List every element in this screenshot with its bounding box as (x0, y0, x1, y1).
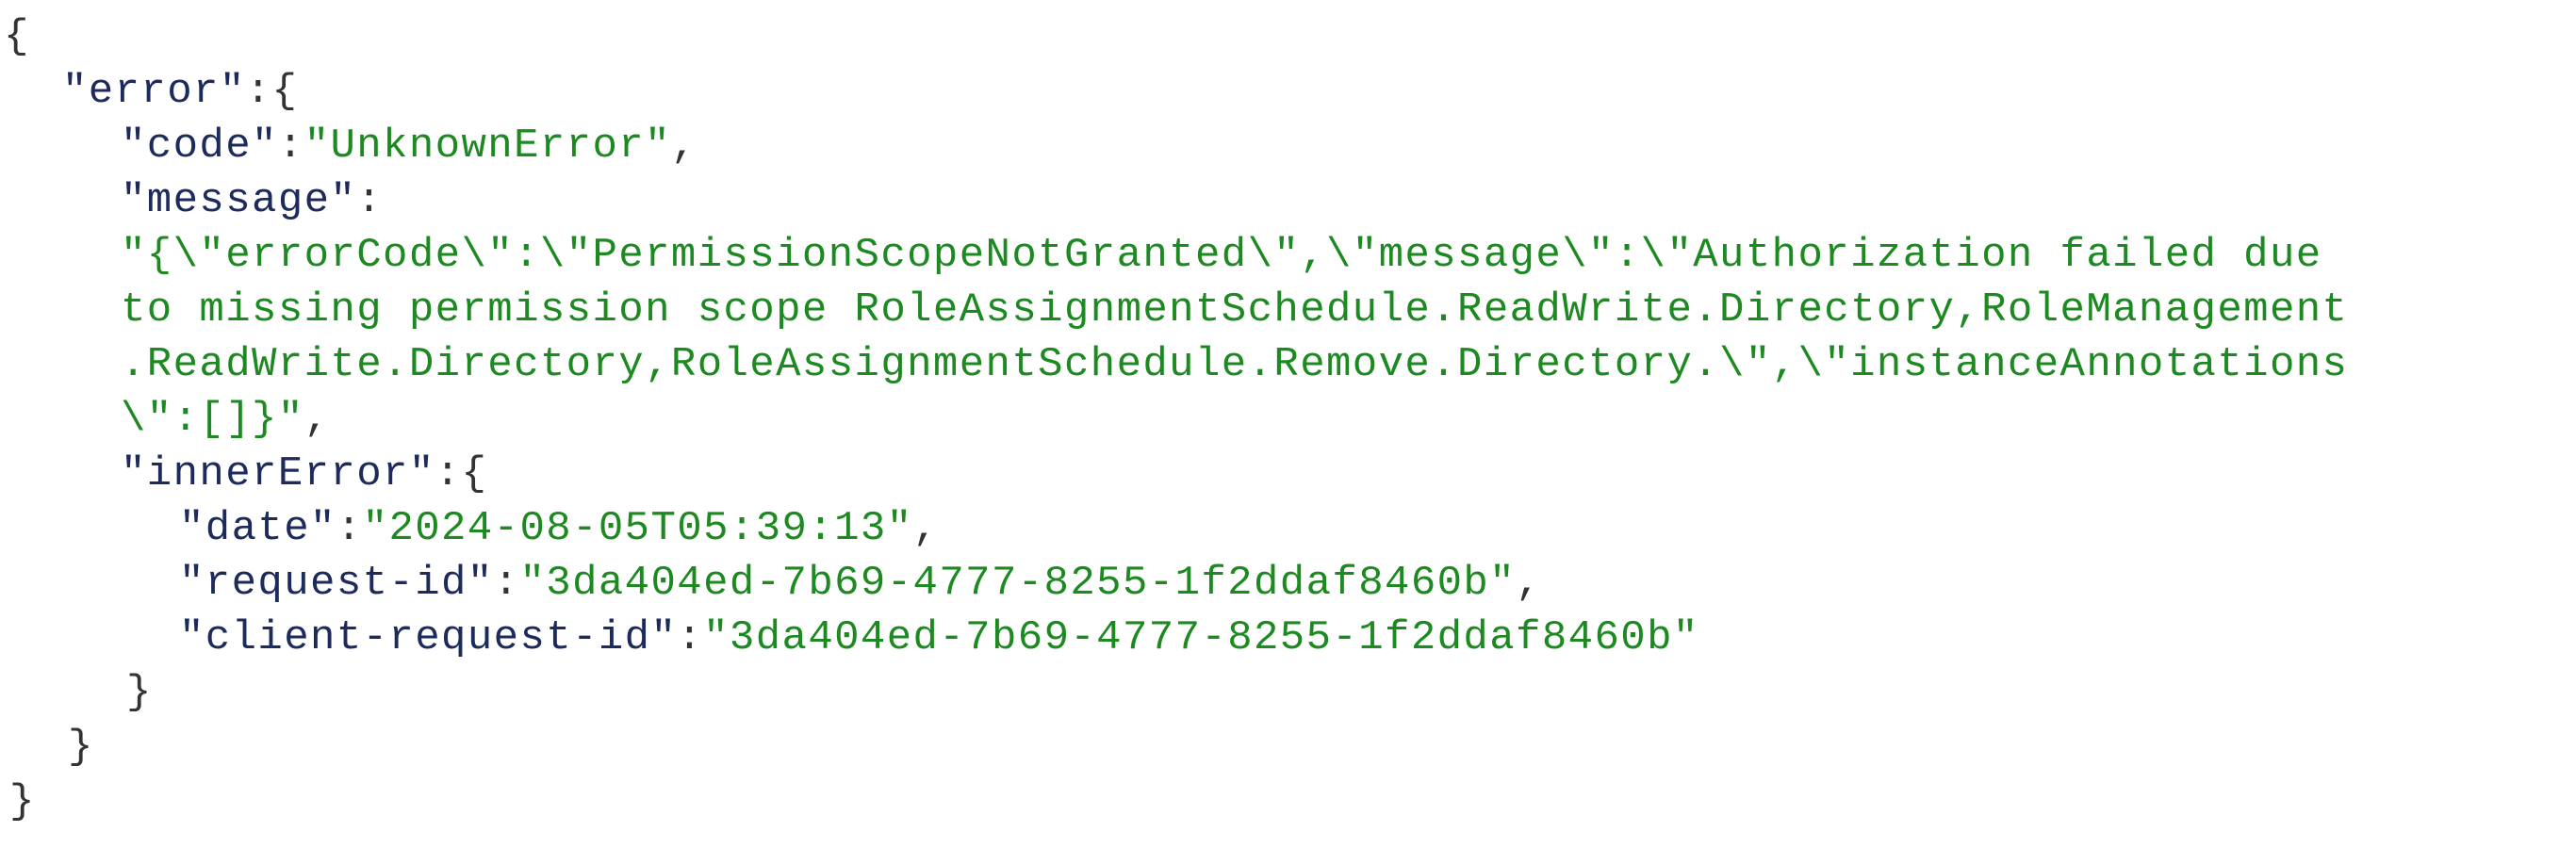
root-close-brace: } (9, 778, 36, 825)
error-key-line: "error":{ (62, 68, 299, 115)
json-response-viewer: { "error":{ "code":"UnknownError", "mess… (0, 0, 2576, 848)
inner-error-key-line: "innerError":{ (121, 450, 488, 497)
inner-error-key: "innerError" (121, 450, 435, 497)
code-value: "UnknownError" (304, 122, 671, 170)
message-value-line-3: .ReadWrite.Directory,RoleAssignmentSched… (121, 341, 2349, 388)
message-value-line-1: "{\"errorCode\":\"PermissionScopeNotGran… (121, 232, 2322, 279)
client-request-id-value: "3da404ed-7b69-4777-8255-1f2ddaf8460b" (703, 614, 1699, 661)
error-close-brace: } (68, 724, 94, 771)
message-key-line: "message": (121, 177, 384, 224)
request-id-value: "3da404ed-7b69-4777-8255-1f2ddaf8460b" (519, 560, 1517, 607)
error-key: "error" (62, 68, 246, 115)
client-request-id-line: "client-request-id":"3da404ed-7b69-4777-… (179, 614, 1699, 661)
code-key: "code" (121, 122, 278, 170)
request-id-key: "request-id" (179, 560, 494, 607)
client-request-id-key: "client-request-id" (179, 614, 678, 661)
code-line: "code":"UnknownError", (121, 122, 697, 170)
date-value: "2024-08-05T05:39:13" (362, 505, 913, 552)
date-line: "date":"2024-08-05T05:39:13", (179, 505, 940, 552)
message-key: "message" (121, 177, 357, 224)
inner-error-close-brace: } (126, 669, 153, 716)
root-open-brace: { (4, 13, 30, 60)
request-id-line: "request-id":"3da404ed-7b69-4777-8255-1f… (179, 560, 1542, 607)
message-value-line-4: \":[]}", (121, 396, 331, 443)
date-key: "date" (179, 505, 336, 552)
message-value-line-2: to missing permission scope RoleAssignme… (121, 286, 2349, 334)
